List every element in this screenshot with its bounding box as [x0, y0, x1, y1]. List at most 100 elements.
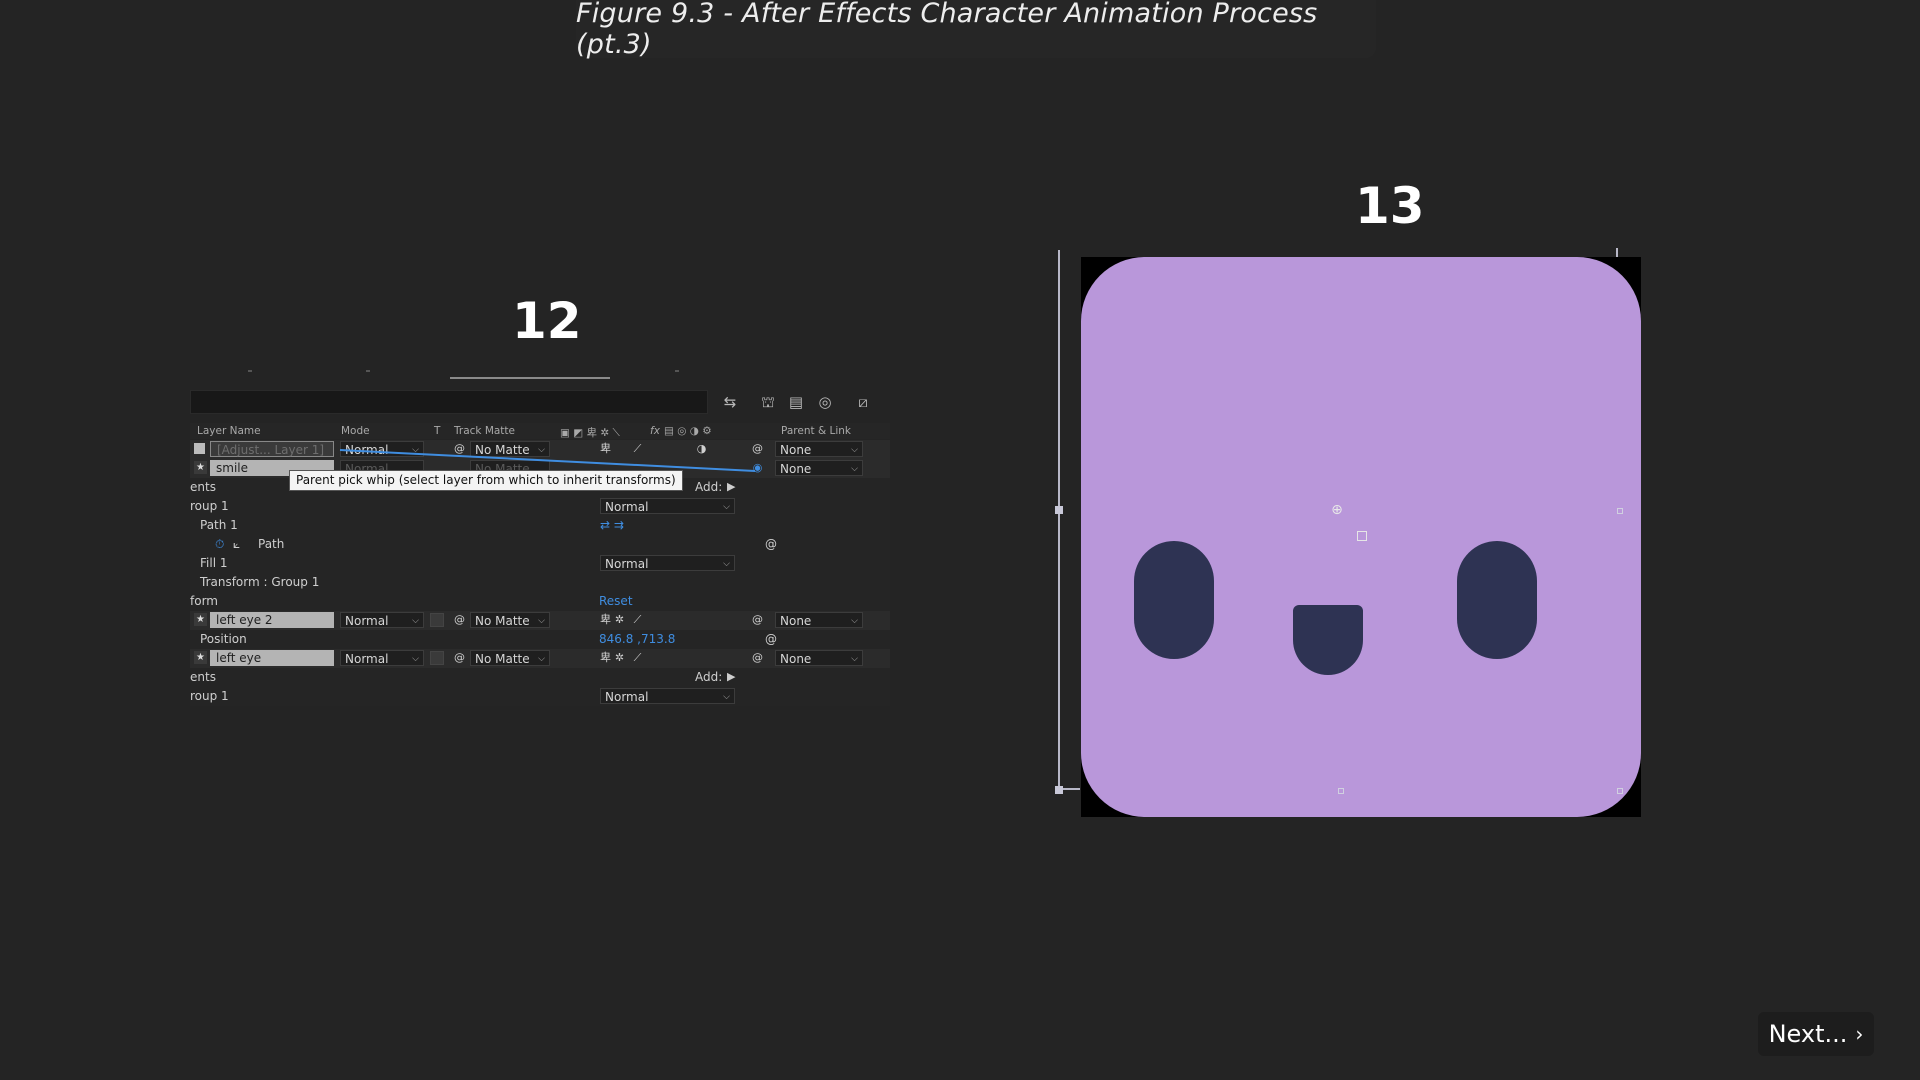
col-switch-icons: ▣ ◩ 卑 ✲ ⟍ [560, 427, 620, 439]
anchor-point-icon[interactable]: ⊕ [1329, 502, 1345, 518]
stopwatch-icon[interactable]: ⏱ [215, 537, 224, 552]
layer-row-adjustment[interactable]: [Adjust... Layer 1] Normal ⌵ @ No Matte ⌵ … [190, 440, 890, 459]
quality-switch-icon[interactable]: ⟋ [630, 612, 645, 628]
transform-row[interactable]: form Reset [190, 592, 890, 611]
bounding-box-handle[interactable] [1338, 788, 1344, 794]
shy-layers-icon[interactable]: ⛫ [758, 392, 778, 412]
col-layer-name: Layer Name [197, 425, 261, 437]
parent-pickwhip-icon[interactable]: @ [750, 612, 765, 628]
pickwhip-tooltip: Parent pick whip (select layer from whic… [289, 470, 683, 491]
track-matte-value: No Matte [475, 443, 530, 457]
expression-pickwhip-icon[interactable]: @ [765, 537, 777, 551]
shy-switch-icon[interactable]: 卑 [598, 612, 613, 628]
chevron-down-icon: ⌵ [851, 445, 858, 455]
mode-value: Normal [345, 652, 389, 666]
bounding-box-handle[interactable] [1617, 508, 1623, 514]
collapse-switch-icon[interactable]: ✲ [612, 612, 627, 628]
shape-layer-star-icon: ★ [194, 651, 207, 664]
track-matte-pickwhip-icon[interactable]: @ [452, 612, 467, 628]
group-row[interactable]: roup 1 Normal ⌵ [190, 687, 890, 706]
add-arrow-icon[interactable]: ▶ [727, 670, 735, 683]
track-matte-value: No Matte [475, 652, 530, 666]
frame-blending-icon[interactable]: ▤ [786, 392, 806, 412]
add-arrow-icon[interactable]: ▶ [727, 480, 735, 493]
graph-editor-icon[interactable]: ⧄ [853, 392, 873, 412]
blend-value: Normal [605, 557, 649, 571]
right-eye-shape[interactable] [1457, 541, 1537, 659]
bounding-box-handle[interactable] [1617, 788, 1623, 794]
parent-value: None [780, 462, 812, 476]
guide-handle[interactable] [1055, 506, 1063, 514]
layer-name-adjustment[interactable]: [Adjust... Layer 1] [210, 441, 334, 457]
motion-blur-icon[interactable]: ◎ [815, 392, 835, 412]
mode-dropdown[interactable]: Normal ⌵ [340, 650, 424, 666]
contents-label: ents [190, 670, 216, 684]
layer-row-left-eye-2[interactable]: ★ left eye 2 Normal ⌵ @ No Matte ⌵ 卑 ✲ ⟋ @… [190, 611, 890, 630]
transform-handle-icon[interactable] [1357, 531, 1367, 541]
col-fx: fx [650, 425, 660, 437]
position-label: Position [200, 632, 247, 646]
parent-dropdown[interactable]: None ⌵ [775, 612, 863, 628]
group-row[interactable]: roup 1 Normal ⌵ [190, 497, 890, 516]
parent-pickwhip-active-icon[interactable]: ◉ [750, 460, 765, 476]
shy-switch-icon[interactable]: 卑 [598, 441, 613, 457]
parent-pickwhip-icon[interactable]: @ [750, 441, 765, 457]
preserve-transparency-switch[interactable] [430, 651, 444, 665]
active-tab-indicator[interactable] [450, 377, 610, 379]
mode-dropdown[interactable]: Normal ⌵ [340, 441, 424, 457]
layer-name-left-eye[interactable]: left eye [210, 650, 334, 666]
left-eye-shape[interactable] [1134, 541, 1214, 659]
layer-name-left-eye-2[interactable]: left eye 2 [210, 612, 334, 628]
col-parent-link: Parent & Link [781, 425, 851, 437]
mode-dropdown[interactable]: Normal ⌵ [340, 612, 424, 628]
collapse-switch-icon[interactable]: ✲ [612, 650, 627, 666]
group-blend-dropdown[interactable]: Normal ⌵ [600, 688, 735, 704]
parent-dropdown[interactable]: None ⌵ [775, 650, 863, 666]
track-matte-dropdown[interactable]: No Matte ⌵ [470, 650, 550, 666]
position-row[interactable]: Position 846.8 ,713.8 @ [190, 630, 890, 649]
chevron-down-icon: ⌵ [538, 654, 545, 664]
parent-pickwhip-icon[interactable]: @ [750, 650, 765, 666]
path-label: Path [258, 537, 285, 551]
position-value[interactable]: 846.8 ,713.8 [599, 632, 675, 646]
preserve-transparency-switch[interactable] [430, 613, 444, 627]
expression-pickwhip-icon[interactable]: @ [765, 632, 777, 646]
track-matte-pickwhip-icon[interactable]: @ [452, 650, 467, 666]
fill1-row[interactable]: Fill 1 Normal ⌵ [190, 554, 890, 573]
adjustment-switch-icon[interactable]: ◑ [694, 441, 709, 457]
fill-blend-dropdown[interactable]: Normal ⌵ [600, 555, 735, 571]
shy-switch-icon[interactable]: 卑 [598, 650, 613, 666]
smile-shape[interactable] [1293, 605, 1363, 675]
col-more-switches: ▤ ◎ ◑ ⚙ [664, 425, 712, 437]
parent-value: None [780, 443, 812, 457]
quality-switch-icon[interactable]: ⟋ [630, 650, 645, 666]
quality-switch-icon[interactable]: ⟋ [630, 441, 645, 457]
layer-search-input[interactable] [190, 390, 708, 414]
next-button[interactable]: Next... › [1758, 1012, 1874, 1056]
track-matte-dropdown[interactable]: No Matte ⌵ [470, 612, 550, 628]
tab-marker [675, 370, 679, 372]
parent-dropdown[interactable]: None ⌵ [775, 441, 863, 457]
step-number-12: 12 [512, 292, 582, 350]
parent-dropdown[interactable]: None ⌵ [775, 460, 863, 476]
track-matte-dropdown[interactable]: No Matte ⌵ [470, 441, 550, 457]
group-blend-dropdown[interactable]: Normal ⌵ [600, 498, 735, 514]
chevron-down-icon: ⌵ [851, 654, 858, 664]
guide-handle[interactable] [1055, 786, 1063, 794]
path-row[interactable]: ⏱ ⟀ Path @ [190, 535, 890, 554]
reset-link[interactable]: Reset [599, 594, 633, 608]
path1-row[interactable]: Path 1 ⇄ ⇉ [190, 516, 890, 535]
layer-row-left-eye[interactable]: ★ left eye Normal ⌵ @ No Matte ⌵ 卑 ✲ ⟋ @ N… [190, 649, 890, 668]
chevron-right-icon: › [1855, 1022, 1864, 1046]
group-label: roup 1 [190, 499, 229, 513]
comp-flowchart-icon[interactable]: ⇆ [720, 392, 740, 412]
group-label: roup 1 [190, 689, 229, 703]
contents-row[interactable]: ents Add: ▶ [190, 668, 890, 687]
step-number-13: 13 [1355, 177, 1425, 235]
track-matte-pickwhip-icon[interactable]: @ [452, 441, 467, 457]
path-direction-icon[interactable]: ⇄ ⇉ [600, 518, 624, 532]
add-label: Add: [695, 670, 723, 684]
chevron-down-icon: ⌵ [851, 616, 858, 626]
transform-group-row[interactable]: Transform : Group 1 [190, 573, 890, 592]
blend-value: Normal [605, 690, 649, 704]
